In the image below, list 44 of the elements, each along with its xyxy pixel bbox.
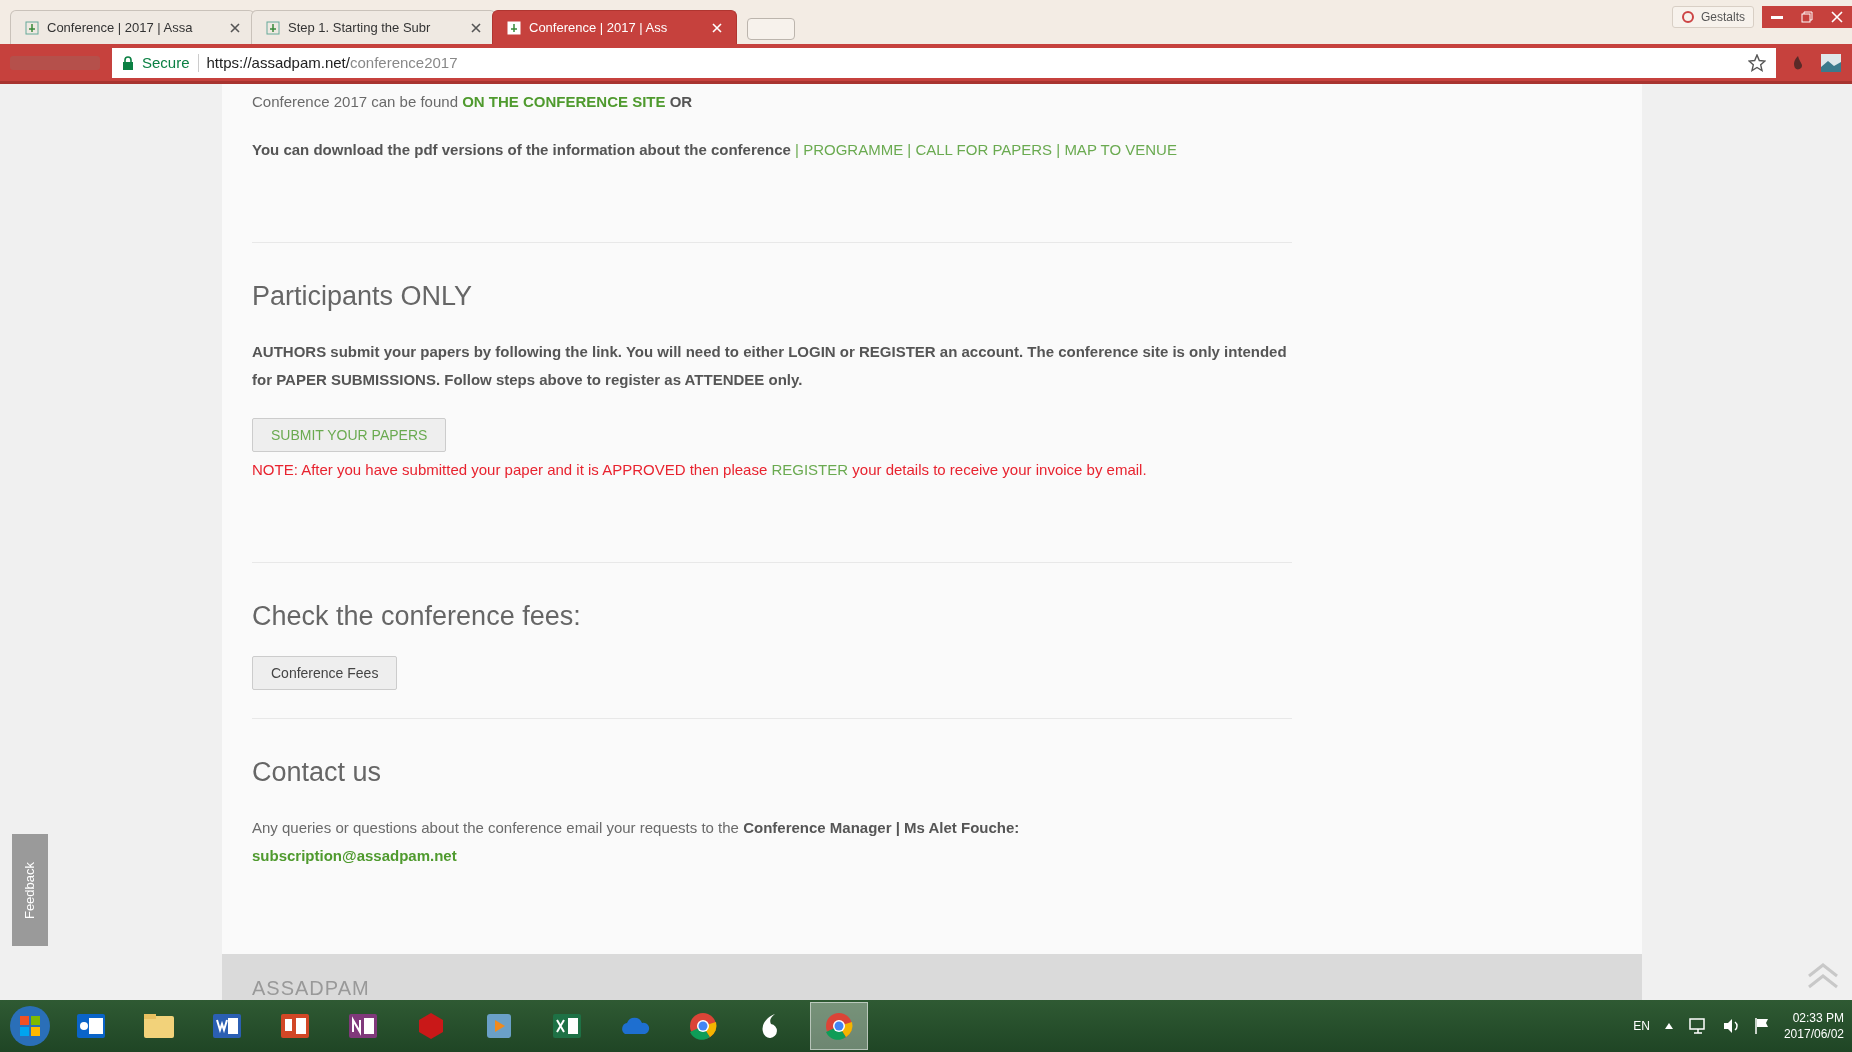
minimize-icon (1771, 15, 1783, 19)
footer-logo-text: ASSADPAM (252, 977, 370, 1000)
link[interactable]: subscription@assadpam.net (252, 847, 457, 864)
clock[interactable]: 02:33 PM 2017/06/02 (1783, 1010, 1844, 1042)
link[interactable]: CALL FOR PAPERS (915, 141, 1053, 158)
link[interactable]: PROGRAMME (803, 141, 904, 158)
paragraph: You can download the pdf versions of the information about the conference | PROGRAMME | CALL FOR PAPERS | MAP TO VENUE (252, 140, 1178, 160)
star-icon[interactable] (1748, 53, 1766, 72)
link[interactable]: MAP TO VENUE (1064, 141, 1177, 158)
close-icon[interactable] (230, 22, 240, 33)
paragraph: Conference 2017 can be found ON THE CONFERENCE SITE OR (252, 92, 694, 112)
lock-icon (122, 55, 134, 70)
section-heading: Check the conference fees: (252, 601, 582, 632)
address-bar[interactable]: Secure https://assadpam.net/conference2017 (112, 47, 1776, 78)
tab-title: Conference | 2017 | Ass (529, 20, 669, 35)
section-heading: Participants ONLY (252, 281, 474, 312)
link-button[interactable]: Conference Fees (252, 656, 398, 690)
link[interactable]: ON THE CONFERENCE SITE (462, 93, 666, 110)
link[interactable]: REGISTER (771, 461, 849, 478)
close-icon (1831, 11, 1843, 23)
language-indicator[interactable]: EN (1633, 1019, 1650, 1033)
flag-icon[interactable] (1753, 1017, 1770, 1035)
extension-button[interactable]: Gestalts (1672, 6, 1754, 28)
url-text: https://assadpam.net/conference2017 (206, 54, 458, 71)
caret-icon[interactable] (1663, 1022, 1674, 1030)
restore-icon (1801, 11, 1813, 23)
tab-title: Step 1. Starting the Subr (288, 20, 432, 35)
secure-label: Secure (142, 54, 190, 71)
paragraph: AUTHORS submit your papers by following the link. You will need to either LOGIN or REGISTER an account. The conference site is only intended for PAPER SUBMISSIONS. Follow steps above to register as ATTENDEE only. (252, 342, 1288, 390)
picture-icon[interactable] (1820, 52, 1842, 73)
network-icon[interactable] (1687, 1017, 1708, 1035)
start-button[interactable] (8, 1004, 52, 1048)
site-icon (25, 20, 39, 35)
note-text: NOTE: After you have submitted your paper and it is APPROVED then please REGISTER your details to receive your invoice by email. (252, 460, 1148, 480)
section-heading: Contact us (252, 757, 383, 788)
volume-icon[interactable] (1721, 1017, 1740, 1035)
close-icon[interactable] (471, 22, 481, 33)
site-icon (266, 20, 280, 35)
ring-icon (1681, 10, 1695, 24)
paragraph: Any queries or questions about the conference email your requests to the Conference Manager | Ms Alet Fouche: subscription@assadpam.net (252, 818, 1021, 866)
tab-title: Conference | 2017 | Assa (47, 20, 194, 35)
site-icon (507, 20, 521, 35)
browser-tab[interactable]: Conference | 2017 | Ass (492, 10, 737, 44)
feedback-tab[interactable]: Feedback (12, 834, 48, 946)
